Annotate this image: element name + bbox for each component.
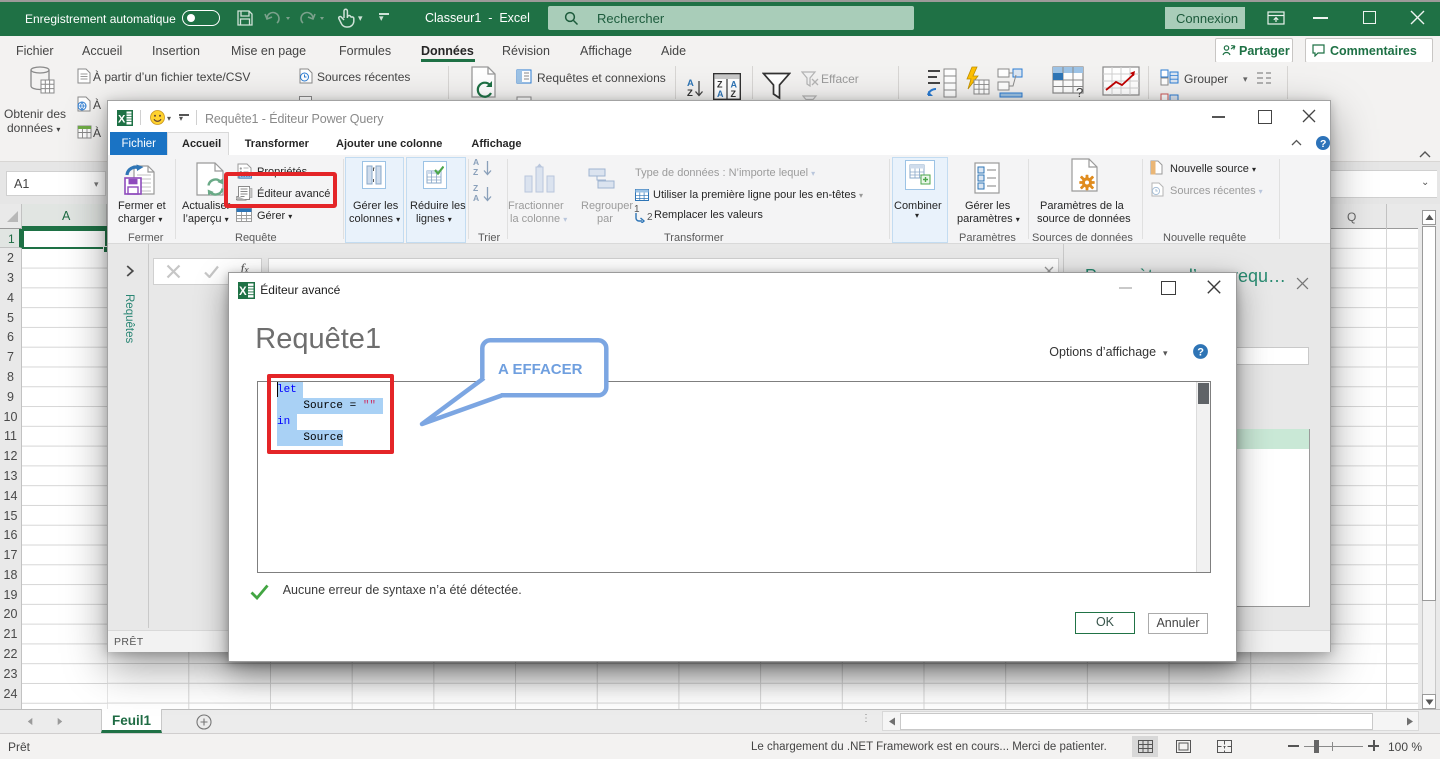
svg-text:?: ? [1076, 85, 1083, 100]
svg-text:A: A [731, 80, 738, 90]
svg-text:A: A [717, 89, 724, 99]
svg-text:X: X [239, 286, 247, 298]
svg-text:Z: Z [731, 89, 737, 99]
svg-text:Z: Z [717, 80, 723, 90]
svg-text:?: ? [1197, 346, 1204, 358]
svg-text:?: ? [1320, 138, 1326, 150]
svg-text:X: X [118, 114, 126, 126]
